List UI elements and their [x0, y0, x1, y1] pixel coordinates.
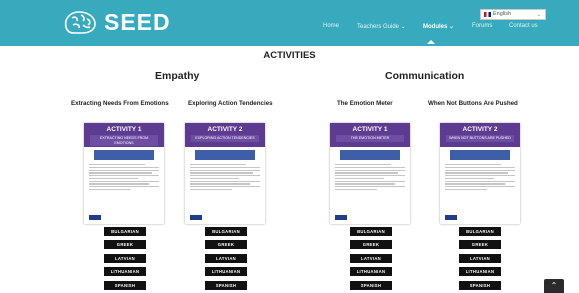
card-activity-label: ACTIVITY 2 [462, 126, 498, 133]
download-bulgarian-button[interactable]: BULGARIAN [205, 227, 247, 236]
card-subtitle: EXTRACTING NEEDS FROM EMOTIONS [90, 135, 158, 146]
nav-teachers-guide[interactable]: Teachers Guide ⌄ [357, 23, 406, 30]
download-latvian-button[interactable]: LATVIAN [459, 254, 501, 263]
section-title-empathy: Empathy [155, 70, 200, 82]
scroll-to-top-button[interactable]: ⌃ [544, 279, 564, 293]
card-subtitle: WHEN NOT BUTTONS ARE PUSHED [446, 135, 514, 142]
download-greek-button[interactable]: GREEK [459, 240, 501, 249]
activity-card[interactable]: ACTIVITY 1 THE EMOTION METER [330, 123, 410, 224]
eu-flag-icon [335, 215, 347, 220]
card-subtitle: EXPLORING ACTION TENDENCIES [191, 135, 259, 142]
section-title-communication: Communication [385, 70, 465, 82]
activity-card[interactable]: ACTIVITY 1 EXTRACTING NEEDS FROM EMOTION… [84, 123, 164, 224]
card-header: ACTIVITY 2 WHEN NOT BUTTONS ARE PUSHED [440, 123, 520, 147]
card-activity-label: ACTIVITY 1 [352, 126, 388, 133]
logo-text: SEED [104, 9, 171, 35]
download-bulgarian-button[interactable]: BULGARIAN [459, 227, 501, 236]
card-info-box [94, 150, 154, 160]
download-lithuanian-button[interactable]: LITHUANIAN [350, 267, 392, 276]
card-info-box [450, 150, 510, 160]
download-latvian-button[interactable]: LATVIAN [104, 254, 146, 263]
card-text-lines [185, 160, 265, 191]
seed-logo[interactable]: SEED [62, 9, 171, 35]
active-nav-indicator [427, 40, 435, 44]
language-select[interactable]: English ⌄ [480, 9, 546, 20]
nav-forums[interactable]: Forums [472, 23, 492, 29]
download-bulgarian-button[interactable]: BULGARIAN [104, 227, 146, 236]
activity-card[interactable]: ACTIVITY 2 EXPLORING ACTION TENDENCIES [185, 123, 265, 224]
brain-logo-icon [64, 11, 96, 34]
download-spanish-button[interactable]: SPANISH [104, 281, 146, 290]
activity-title[interactable]: When Not Buttons Are Pushed [428, 100, 518, 107]
download-lithuanian-button[interactable]: LITHUANIAN [104, 267, 146, 276]
card-header: ACTIVITY 2 EXPLORING ACTION TENDENCIES [185, 123, 265, 147]
site-header: SEED Home Teachers Guide ⌄ Modules ⌄ For… [0, 0, 579, 46]
activity-card[interactable]: ACTIVITY 2 WHEN NOT BUTTONS ARE PUSHED [440, 123, 520, 224]
card-text-lines [330, 160, 410, 191]
download-greek-button[interactable]: GREEK [104, 240, 146, 249]
download-bulgarian-button[interactable]: BULGARIAN [350, 227, 392, 236]
card-text-lines [440, 160, 520, 191]
uk-flag-icon [484, 12, 491, 17]
chevron-down-icon: ⌄ [536, 12, 541, 18]
card-text-lines [84, 160, 164, 191]
nav-modules[interactable]: Modules ⌄ [423, 23, 454, 30]
card-subtitle: THE EMOTION METER [336, 135, 404, 142]
card-info-box [340, 150, 400, 160]
chevron-up-icon: ⌃ [550, 281, 558, 290]
card-header: ACTIVITY 1 EXTRACTING NEEDS FROM EMOTION… [84, 123, 164, 147]
nav-home[interactable]: Home [323, 23, 339, 29]
activity-title[interactable]: Extracting Needs From Emotions [71, 100, 169, 107]
download-greek-button[interactable]: GREEK [205, 240, 247, 249]
card-activity-label: ACTIVITY 2 [207, 126, 243, 133]
card-activity-label: ACTIVITY 1 [106, 126, 142, 133]
activity-title[interactable]: Exploring Action Tendencies [188, 100, 273, 107]
download-lithuanian-button[interactable]: LITHUANIAN [205, 267, 247, 276]
download-spanish-button[interactable]: SPANISH [459, 281, 501, 290]
nav-contact-us[interactable]: Contact us [509, 23, 538, 29]
download-latvian-button[interactable]: LATVIAN [205, 254, 247, 263]
eu-flag-icon [89, 215, 101, 220]
page-title: ACTIVITIES [263, 50, 316, 61]
download-spanish-button[interactable]: SPANISH [350, 281, 392, 290]
eu-flag-icon [445, 215, 457, 220]
download-lithuanian-button[interactable]: LITHUANIAN [459, 267, 501, 276]
download-spanish-button[interactable]: SPANISH [205, 281, 247, 290]
eu-flag-icon [190, 215, 202, 220]
download-greek-button[interactable]: GREEK [350, 240, 392, 249]
download-latvian-button[interactable]: LATVIAN [350, 254, 392, 263]
card-header: ACTIVITY 1 THE EMOTION METER [330, 123, 410, 147]
card-info-box [195, 150, 255, 160]
language-label: English [493, 11, 512, 17]
activity-title[interactable]: The Emotion Meter [337, 100, 393, 107]
